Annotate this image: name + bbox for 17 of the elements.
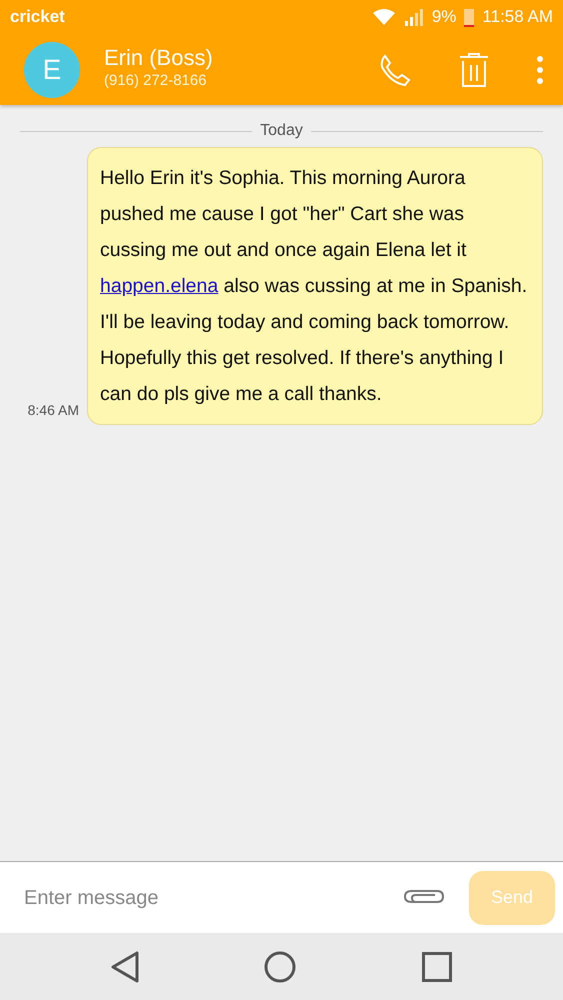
message-time: 8:46 AM bbox=[28, 401, 79, 420]
wifi-icon bbox=[372, 8, 396, 26]
contact-phone: (916) 272-8166 bbox=[104, 71, 208, 92]
date-divider: Today bbox=[260, 121, 303, 141]
contact-avatar: E bbox=[24, 42, 80, 98]
battery-percent: 9% bbox=[432, 6, 456, 28]
battery-icon bbox=[464, 7, 474, 27]
clock: 11:58 AM bbox=[482, 6, 553, 28]
recents-icon[interactable] bbox=[422, 952, 452, 982]
message-text: Hello Erin it's Sophia. This morning Aurora pushed me cause I got "her" Cart she was cussing me out and once again Elena let it happen.elena also was cussing at me in Spanish. I'll be leaving today and coming back tomorrow. Hopefully this get resolved. If there's anything I can do pls give me a call thanks. bbox=[100, 166, 528, 408]
home-icon[interactable] bbox=[264, 950, 296, 982]
carrier-name: cricket bbox=[10, 6, 65, 28]
contact-name: Erin (Boss) bbox=[104, 46, 214, 70]
back-icon[interactable] bbox=[110, 950, 139, 982]
signal-icon bbox=[404, 8, 424, 26]
message-input[interactable]: Enter message bbox=[0, 862, 403, 933]
link[interactable]: happen.elena bbox=[100, 275, 218, 298]
